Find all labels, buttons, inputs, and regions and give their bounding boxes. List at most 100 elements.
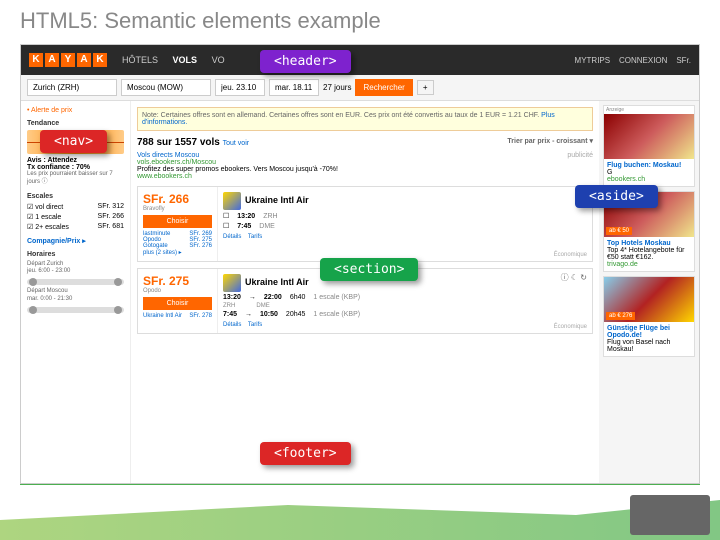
ad-link: trivago.de bbox=[607, 261, 691, 268]
stops-heading: Escales bbox=[27, 193, 124, 200]
ad-title: Top Hotels Moskau bbox=[607, 240, 671, 247]
ad-badge: ab € 50 bbox=[606, 227, 632, 235]
sponsored-promo[interactable]: publicité Vols directs Moscou vols.ebook… bbox=[137, 152, 593, 180]
top-right: MYTRIPS CONNEXION SFr. bbox=[575, 56, 691, 65]
logo-char: K bbox=[29, 53, 43, 67]
advice: Avis : Attendez bbox=[27, 157, 124, 164]
airline-name: Ukraine Intl Air bbox=[245, 195, 309, 205]
logo[interactable]: KAYAK bbox=[29, 53, 107, 67]
class-label: Économique bbox=[554, 252, 587, 258]
laptop-image bbox=[630, 495, 710, 535]
price-col: SFr. 275 Opodo Choisir Ukraine Intl AirS… bbox=[138, 269, 218, 333]
pub-label: publicité bbox=[567, 152, 593, 159]
trend-heading: Tendance bbox=[27, 120, 124, 127]
hours-heading: Horaires bbox=[27, 251, 124, 258]
nav-vo[interactable]: VO bbox=[212, 55, 225, 65]
decoration bbox=[0, 490, 720, 540]
filter-direct[interactable]: ☑ vol directSFr. 312 bbox=[27, 203, 124, 211]
main-section: Note: Certaines offres sont en allemand.… bbox=[131, 101, 599, 484]
promo-text: Profitez des super promos ebookers. Vers… bbox=[137, 166, 593, 173]
details-links[interactable]: Détails Tarifs bbox=[223, 322, 587, 328]
header: KAYAK HÔTELS VOLS VO MYTRIPS CONNEXION S… bbox=[21, 45, 699, 75]
aside-ads: Anzeige Flug buchen: Moskau!Gebookers.ch… bbox=[599, 101, 699, 484]
slider-zurich[interactable] bbox=[27, 279, 124, 285]
card-icons: ⓘ ☾ ↻ bbox=[561, 272, 587, 283]
flight-row: 7:45 → 10:50 20h45 1 escale (KBP) bbox=[223, 311, 587, 318]
nav-vols[interactable]: VOLS bbox=[173, 55, 198, 65]
filter-1stop[interactable]: ☑ 1 escaleSFr. 266 bbox=[27, 213, 124, 221]
more-sites[interactable]: plus (2 sites) ▸ bbox=[143, 249, 212, 256]
label-nav: <nav> bbox=[40, 130, 107, 153]
sidebar-nav: • Alerte de prix Tendance Avis : Attende… bbox=[21, 101, 131, 484]
airline-logo bbox=[223, 192, 241, 210]
ad-sub: G bbox=[607, 169, 691, 176]
choose-button[interactable]: Choisir bbox=[143, 215, 212, 228]
slide-title: HTML5: Semantic elements example bbox=[0, 0, 720, 44]
price: SFr. 275 bbox=[143, 274, 212, 288]
result-count: 788 sur 1557 vols Tout voir Trier par pr… bbox=[137, 137, 593, 148]
slider-moscow[interactable] bbox=[27, 307, 124, 313]
airline-name: Ukraine Intl Air bbox=[245, 277, 309, 287]
dep-zurich-h: jeu. 6:00 - 23:00 bbox=[27, 268, 124, 276]
price-alert[interactable]: • Alerte de prix bbox=[27, 107, 124, 114]
currency-note: Note: Certaines offres sont en allemand.… bbox=[137, 107, 593, 131]
ad-title: Flug buchen: Moskau! bbox=[607, 162, 681, 169]
flight-body: ! Ukraine Intl Air ☐ 13:20 ZRH ☐ 7:45 DM… bbox=[218, 187, 592, 261]
flight-card: SFr. 266 Bravofly Choisir lastminuteSFr.… bbox=[137, 186, 593, 262]
nav-currency[interactable]: SFr. bbox=[676, 56, 691, 65]
sort-dropdown[interactable]: Trier par prix - croissant ▾ bbox=[507, 137, 593, 145]
logo-char: Y bbox=[61, 53, 75, 67]
provider: Bravofly bbox=[143, 206, 212, 212]
flight-row: 13:20 → 22:00 6h40 1 escale (KBP) bbox=[223, 294, 587, 301]
filter-2stop[interactable]: ☑ 2+ escalesSFr. 681 bbox=[27, 223, 124, 231]
logo-char: A bbox=[77, 53, 91, 67]
label-aside: <aside> bbox=[575, 185, 658, 208]
ad-image: ab € 276 bbox=[604, 277, 694, 322]
to-input[interactable] bbox=[121, 79, 211, 96]
date-depart[interactable] bbox=[215, 79, 265, 96]
days-label: 27 jours bbox=[323, 83, 351, 92]
search-button[interactable]: Rechercher bbox=[355, 79, 412, 96]
dep-moscow: Départ Moscou bbox=[27, 288, 124, 296]
ad-link: ebookers.ch bbox=[607, 176, 691, 183]
logo-char: A bbox=[45, 53, 59, 67]
class-label: Économique bbox=[554, 324, 587, 330]
top-nav: HÔTELS VOLS VO bbox=[122, 55, 237, 65]
nav-connexion[interactable]: CONNEXION bbox=[619, 56, 667, 65]
ad-image bbox=[604, 114, 694, 159]
airline-heading[interactable]: Compagnie/Prix ▸ bbox=[27, 237, 124, 245]
price-col: SFr. 266 Bravofly Choisir lastminuteSFr.… bbox=[138, 187, 218, 261]
dep-zurich: Départ Zurich bbox=[27, 261, 124, 269]
label-header: <header> bbox=[260, 50, 351, 73]
dep-moscow-h: mar. 0:00 - 21:30 bbox=[27, 296, 124, 304]
nav-hotels[interactable]: HÔTELS bbox=[122, 55, 158, 65]
price: SFr. 266 bbox=[143, 192, 212, 206]
ad-card[interactable]: Anzeige Flug buchen: Moskau!Gebookers.ch bbox=[603, 105, 695, 187]
promo-url: vols.ebookers.ch/Moscou bbox=[137, 159, 593, 166]
choose-button[interactable]: Choisir bbox=[143, 297, 212, 310]
nav-mytrips[interactable]: MYTRIPS bbox=[575, 56, 611, 65]
confidence: Tx confiance : 70% bbox=[27, 164, 124, 171]
ad-sub: Top 4* Hotelangebote für €50 statt €162. bbox=[607, 247, 691, 261]
flight-row: ZRH DME bbox=[223, 303, 587, 309]
add-button[interactable]: + bbox=[417, 80, 434, 95]
confidence-note: Les prix pourraient baisser sur 7 jours … bbox=[27, 171, 124, 187]
flight-row: ☐ 7:45 DME bbox=[223, 222, 587, 230]
ad-card[interactable]: ab € 276 Günstige Flüge bei Opodo.de!Flu… bbox=[603, 276, 695, 357]
label-footer: <footer> bbox=[260, 442, 351, 465]
view-all[interactable]: Tout voir bbox=[223, 140, 249, 147]
from-input[interactable] bbox=[27, 79, 117, 96]
ad-title: Günstige Flüge bei Opodo.de! bbox=[607, 325, 670, 339]
ad-badge: ab € 276 bbox=[606, 312, 635, 320]
alt-price[interactable]: Ukraine Intl AirSFr. 278 bbox=[143, 313, 212, 319]
details-links[interactable]: Détails Tarifs bbox=[223, 234, 587, 240]
promo-title: Vols directs Moscou bbox=[137, 152, 593, 159]
ad-sub: Flug von Basel nach Moskau! bbox=[607, 339, 691, 353]
label-section: <section> bbox=[320, 258, 418, 281]
date-return[interactable] bbox=[269, 79, 319, 96]
ad-label: Anzeige bbox=[604, 106, 694, 114]
provider: Opodo bbox=[143, 288, 212, 294]
logo-char: K bbox=[93, 53, 107, 67]
search-bar: 27 jours Rechercher + bbox=[21, 75, 699, 101]
promo-site: www.ebookers.ch bbox=[137, 173, 593, 180]
